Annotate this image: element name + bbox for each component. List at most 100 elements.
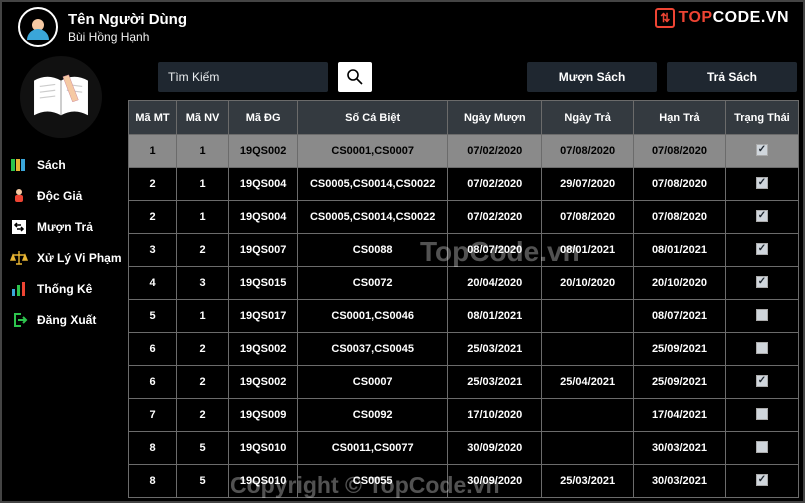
table-cell: 1	[129, 135, 177, 168]
status-checkbox[interactable]	[756, 144, 768, 156]
books-icon	[10, 156, 28, 174]
status-checkbox[interactable]	[756, 408, 768, 420]
column-header[interactable]: Số Cá Biệt	[298, 101, 448, 135]
status-cell	[725, 168, 798, 201]
table-row[interactable]: 2119QS004CS0005,CS0014,CS002207/02/20200…	[129, 201, 799, 234]
table-cell: 25/03/2021	[542, 465, 634, 498]
table-cell: 1	[177, 135, 229, 168]
borrow-button[interactable]: Mượn Sách	[527, 62, 657, 92]
status-checkbox[interactable]	[756, 474, 768, 486]
table-row[interactable]: 3219QS007CS008808/07/202008/01/202108/01…	[129, 234, 799, 267]
table-cell: 07/02/2020	[448, 168, 542, 201]
status-checkbox[interactable]	[756, 276, 768, 288]
table-cell: 19QS002	[229, 366, 298, 399]
column-header[interactable]: Mã NV	[177, 101, 229, 135]
user-title: Tên Người Dùng	[68, 11, 187, 28]
table-cell: 07/02/2020	[448, 201, 542, 234]
table-cell: 2	[177, 234, 229, 267]
table-cell: CS0055	[298, 465, 448, 498]
table-row[interactable]: 6219QS002CS0037,CS004525/03/202125/09/20…	[129, 333, 799, 366]
table-row[interactable]: 1119QS002CS0001,CS000707/02/202007/08/20…	[129, 135, 799, 168]
status-checkbox[interactable]	[756, 309, 768, 321]
table-cell: 08/07/2020	[448, 234, 542, 267]
table-cell: 19QS010	[229, 465, 298, 498]
sidebar-item-docgia[interactable]: Độc Giả	[10, 187, 122, 205]
table-cell: 19QS009	[229, 399, 298, 432]
sidebar-item-label: Đăng Xuất	[37, 313, 96, 327]
table-cell: CS0072	[298, 267, 448, 300]
search-input[interactable]	[158, 62, 328, 92]
column-header[interactable]: Mã ĐG	[229, 101, 298, 135]
table-cell: CS0007	[298, 366, 448, 399]
sidebar-item-label: Độc Giả	[37, 189, 82, 203]
status-checkbox[interactable]	[756, 441, 768, 453]
column-header[interactable]: Ngày Trả	[542, 101, 634, 135]
table-cell: 08/01/2021	[448, 300, 542, 333]
sidebar-item-label: Sách	[37, 158, 66, 172]
table-cell: 08/01/2021	[542, 234, 634, 267]
table-cell: CS0005,CS0014,CS0022	[298, 168, 448, 201]
table-cell: CS0088	[298, 234, 448, 267]
table-cell: 19QS004	[229, 168, 298, 201]
reader-icon	[10, 187, 28, 205]
status-checkbox[interactable]	[756, 243, 768, 255]
table-cell: 19QS015	[229, 267, 298, 300]
status-cell	[725, 366, 798, 399]
column-header[interactable]: Hạn Trả	[634, 101, 726, 135]
status-checkbox[interactable]	[756, 342, 768, 354]
sidebar-hero-icon	[20, 56, 102, 138]
search-button[interactable]	[338, 62, 372, 92]
sidebar-item-vipham[interactable]: Xử Lý Vi Phạm	[10, 249, 122, 267]
column-header[interactable]: Mã MT	[129, 101, 177, 135]
table-row[interactable]: 7219QS009CS009217/10/202017/04/2021	[129, 399, 799, 432]
table-cell: CS0001,CS0046	[298, 300, 448, 333]
status-checkbox[interactable]	[756, 210, 768, 222]
sidebar-item-label: Thống Kê	[37, 282, 92, 296]
sidebar-item-thongke[interactable]: Thống Kê	[10, 280, 122, 298]
table-cell: 07/08/2020	[542, 201, 634, 234]
logo-badge-icon: ⇅	[655, 8, 675, 28]
sidebar-item-label: Mượn Trả	[37, 220, 93, 234]
table-cell: 19QS010	[229, 432, 298, 465]
status-checkbox[interactable]	[756, 177, 768, 189]
table-cell: 20/04/2020	[448, 267, 542, 300]
table-cell: 20/10/2020	[634, 267, 726, 300]
table-row[interactable]: 4319QS015CS007220/04/202020/10/202020/10…	[129, 267, 799, 300]
status-cell	[725, 201, 798, 234]
column-header[interactable]: Trạng Thái	[725, 101, 798, 135]
sidebar-item-label: Xử Lý Vi Phạm	[37, 251, 122, 265]
scale-icon	[10, 249, 28, 267]
status-cell	[725, 333, 798, 366]
sidebar-item-sach[interactable]: Sách	[10, 156, 122, 174]
table-row[interactable]: 8519QS010CS0011,CS007730/09/202030/03/20…	[129, 432, 799, 465]
table-cell: 5	[177, 465, 229, 498]
avatar	[18, 7, 58, 47]
table-cell: 2	[129, 201, 177, 234]
table-cell: CS0001,CS0007	[298, 135, 448, 168]
table-row[interactable]: 5119QS017CS0001,CS004608/01/202108/07/20…	[129, 300, 799, 333]
user-name: Bùi Hồng Hạnh	[68, 30, 187, 44]
return-button[interactable]: Trả Sách	[667, 62, 797, 92]
table-cell: 07/08/2020	[634, 201, 726, 234]
logout-icon	[10, 311, 28, 329]
sidebar-item-muontra[interactable]: Mượn Trả	[10, 218, 122, 236]
sidebar-item-dangxuat[interactable]: Đăng Xuất	[10, 311, 122, 329]
table-cell: 30/09/2020	[448, 465, 542, 498]
status-cell	[725, 300, 798, 333]
chart-icon	[10, 280, 28, 298]
table-cell: 19QS004	[229, 201, 298, 234]
column-header[interactable]: Ngày Mượn	[448, 101, 542, 135]
table-cell	[542, 432, 634, 465]
table-row[interactable]: 8519QS010CS005530/09/202025/03/202130/03…	[129, 465, 799, 498]
table-row[interactable]: 2119QS004CS0005,CS0014,CS002207/02/20202…	[129, 168, 799, 201]
table-cell	[542, 300, 634, 333]
table-cell: 8	[129, 465, 177, 498]
table-row[interactable]: 6219QS002CS000725/03/202125/04/202125/09…	[129, 366, 799, 399]
status-checkbox[interactable]	[756, 375, 768, 387]
table-cell: 19QS007	[229, 234, 298, 267]
table-cell	[542, 333, 634, 366]
table-cell: 1	[177, 300, 229, 333]
status-cell	[725, 399, 798, 432]
table-cell: 2	[177, 333, 229, 366]
table-cell: 07/02/2020	[448, 135, 542, 168]
